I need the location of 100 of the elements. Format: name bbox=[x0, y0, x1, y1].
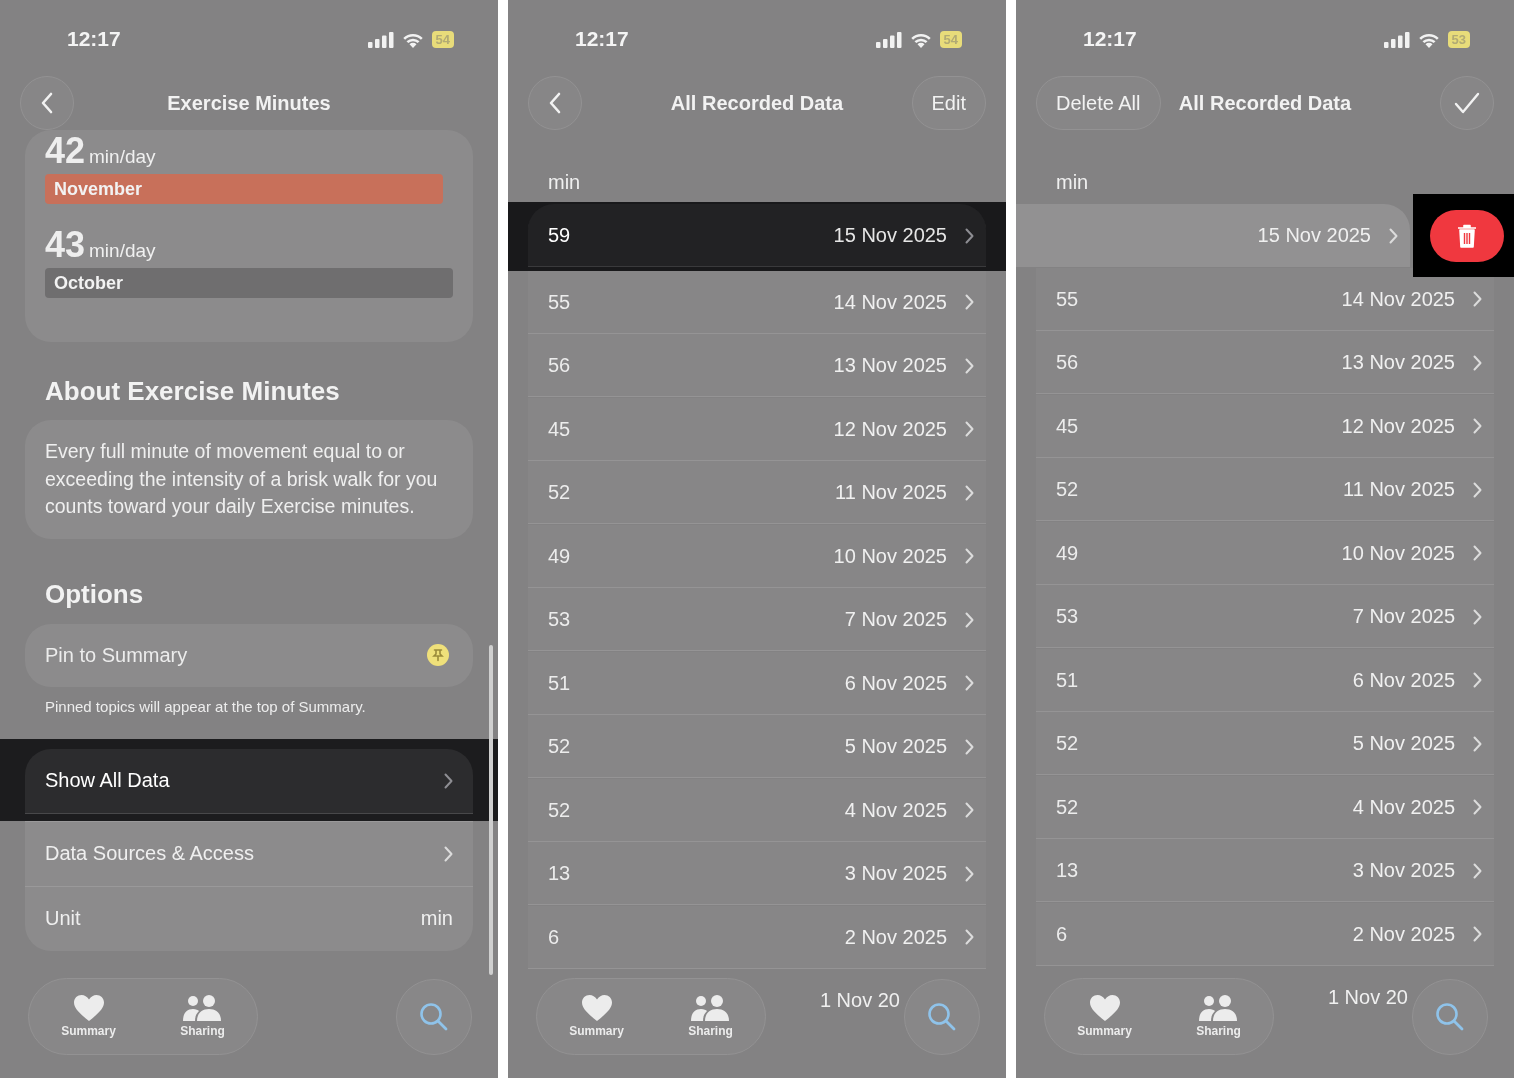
row-value: 55 bbox=[548, 290, 572, 314]
wifi-icon bbox=[1417, 31, 1440, 48]
row-value: 6 bbox=[548, 925, 561, 949]
data-row[interactable]: 15 Nov 2025 bbox=[1016, 204, 1410, 267]
tab-item[interactable]: Summary bbox=[1077, 995, 1132, 1038]
chevron-icon bbox=[1473, 481, 1482, 498]
month-bar: October bbox=[45, 268, 453, 298]
data-row[interactable]: 56 13 Nov 2025 bbox=[528, 334, 986, 397]
row-value: 59 bbox=[548, 224, 572, 247]
chevron-icon bbox=[1473, 735, 1482, 752]
data-row[interactable]: 56 13 Nov 2025 bbox=[1036, 331, 1494, 394]
pin-row[interactable]: Pin to Summary bbox=[25, 623, 473, 687]
heart-icon bbox=[73, 995, 104, 1021]
option-label: Show All Data bbox=[45, 769, 171, 792]
chevron-icon bbox=[965, 738, 974, 755]
stat-value: 43 bbox=[45, 224, 86, 266]
back-icon bbox=[549, 92, 561, 114]
data-row[interactable]: 52 11 Nov 2025 bbox=[528, 461, 986, 524]
row-date: 14 Nov 2025 bbox=[833, 290, 947, 314]
checkmark-icon bbox=[1454, 92, 1480, 114]
row-date: 2 Nov 2025 bbox=[1352, 922, 1455, 946]
option-row[interactable]: Unit min bbox=[25, 885, 473, 951]
data-row[interactable]: 13 3 Nov 2025 bbox=[1036, 839, 1494, 902]
row-date: 6 Nov 2025 bbox=[1352, 668, 1455, 692]
row-value: 53 bbox=[548, 608, 572, 631]
unit-header: min bbox=[1056, 170, 1090, 194]
tab-item[interactable]: Summary bbox=[61, 995, 116, 1038]
pin-icon[interactable] bbox=[427, 644, 449, 666]
data-row[interactable]: 52 4 Nov 2025 bbox=[1036, 775, 1494, 839]
data-row[interactable]: 52 4 Nov 2025 bbox=[528, 778, 986, 842]
row-date: 11 Nov 2025 bbox=[835, 481, 947, 504]
row-date: 15 Nov 2025 bbox=[1257, 224, 1371, 247]
tab-item[interactable]: Sharing bbox=[1196, 995, 1241, 1038]
delete-button[interactable] bbox=[1430, 209, 1504, 262]
tab-item[interactable]: Summary bbox=[569, 995, 624, 1038]
data-row[interactable]: 51 6 Nov 2025 bbox=[1036, 648, 1494, 712]
row-value: 45 bbox=[1056, 414, 1080, 438]
row-value: 6 bbox=[1056, 922, 1069, 946]
edit-button[interactable]: Edit bbox=[911, 76, 986, 130]
data-row[interactable]: 6 2 Nov 2025 bbox=[528, 905, 986, 969]
tab-item[interactable]: Sharing bbox=[180, 995, 225, 1038]
row-value: 52 bbox=[548, 798, 572, 822]
data-row[interactable]: 49 10 Nov 2025 bbox=[528, 524, 986, 588]
tab-item[interactable]: Sharing bbox=[688, 995, 733, 1038]
option-label: Unit bbox=[45, 907, 82, 930]
status-time: 12:17 bbox=[67, 26, 121, 52]
data-row[interactable]: 45 12 Nov 2025 bbox=[528, 397, 986, 461]
chevron-icon bbox=[1473, 672, 1482, 688]
row-value: 45 bbox=[548, 417, 572, 441]
row-value: 51 bbox=[548, 671, 572, 695]
signal-icon bbox=[875, 31, 902, 48]
row-date: 5 Nov 2025 bbox=[844, 735, 947, 758]
wifi-icon bbox=[909, 31, 932, 48]
data-row[interactable]: 13 3 Nov 2025 bbox=[528, 842, 986, 905]
wifi-icon bbox=[401, 31, 424, 48]
row-value: 49 bbox=[548, 544, 572, 568]
chevron-icon bbox=[1473, 545, 1482, 561]
row-value: 13 bbox=[1056, 859, 1080, 882]
delete-all-button[interactable]: Delete All bbox=[1036, 76, 1161, 130]
chevron-icon bbox=[1473, 799, 1482, 815]
chevron-icon bbox=[965, 294, 974, 310]
option-value: min bbox=[420, 907, 453, 930]
chevron-icon bbox=[1473, 862, 1482, 879]
option-row[interactable]: Show All Data bbox=[25, 748, 473, 814]
option-label: Data Sources & Access bbox=[45, 842, 255, 865]
chevron-icon bbox=[965, 548, 974, 564]
data-row[interactable]: 53 7 Nov 2025 bbox=[528, 588, 986, 651]
chevron-icon bbox=[1473, 926, 1482, 942]
chevron-icon bbox=[1473, 418, 1482, 434]
row-value: 56 bbox=[548, 354, 572, 377]
option-row[interactable]: Data Sources & Access bbox=[25, 820, 473, 886]
row-date: 15 Nov 2025 bbox=[833, 224, 947, 247]
chevron-icon bbox=[965, 227, 974, 244]
data-row[interactable]: 51 6 Nov 2025 bbox=[528, 651, 986, 715]
chevron-icon bbox=[1389, 227, 1398, 244]
screen-title: Exercise Minutes bbox=[167, 91, 331, 115]
data-row[interactable]: 59 15 Nov 2025 bbox=[528, 204, 986, 267]
data-row[interactable]: 55 14 Nov 2025 bbox=[528, 270, 986, 334]
data-row[interactable]: 52 5 Nov 2025 bbox=[528, 715, 986, 778]
data-row[interactable]: 6 2 Nov 2025 bbox=[1036, 902, 1494, 966]
search-icon bbox=[419, 1002, 449, 1032]
signal-icon bbox=[1383, 31, 1410, 48]
data-row[interactable]: 52 11 Nov 2025 bbox=[1036, 458, 1494, 521]
row-value: 52 bbox=[1056, 478, 1080, 501]
data-row[interactable]: 49 10 Nov 2025 bbox=[1036, 521, 1494, 585]
stat-value: 42 bbox=[45, 130, 86, 172]
screen-title: All Recorded Data bbox=[670, 91, 844, 115]
data-row[interactable]: 53 7 Nov 2025 bbox=[1036, 585, 1494, 648]
row-date: 3 Nov 2025 bbox=[1352, 859, 1455, 882]
row-value: 56 bbox=[1056, 351, 1080, 374]
section-heading: About Exercise Minutes bbox=[45, 376, 341, 406]
pin-label: Pin to Summary bbox=[45, 643, 188, 667]
data-row[interactable]: 52 5 Nov 2025 bbox=[1036, 712, 1494, 775]
data-row[interactable]: 45 12 Nov 2025 bbox=[1036, 394, 1494, 458]
people-icon bbox=[1198, 995, 1239, 1021]
chevron-icon bbox=[1473, 291, 1482, 307]
row-value: 52 bbox=[548, 735, 572, 758]
row-value: 52 bbox=[548, 481, 572, 504]
data-row[interactable]: 55 14 Nov 2025 bbox=[1036, 267, 1494, 331]
row-value: 52 bbox=[1056, 795, 1080, 819]
